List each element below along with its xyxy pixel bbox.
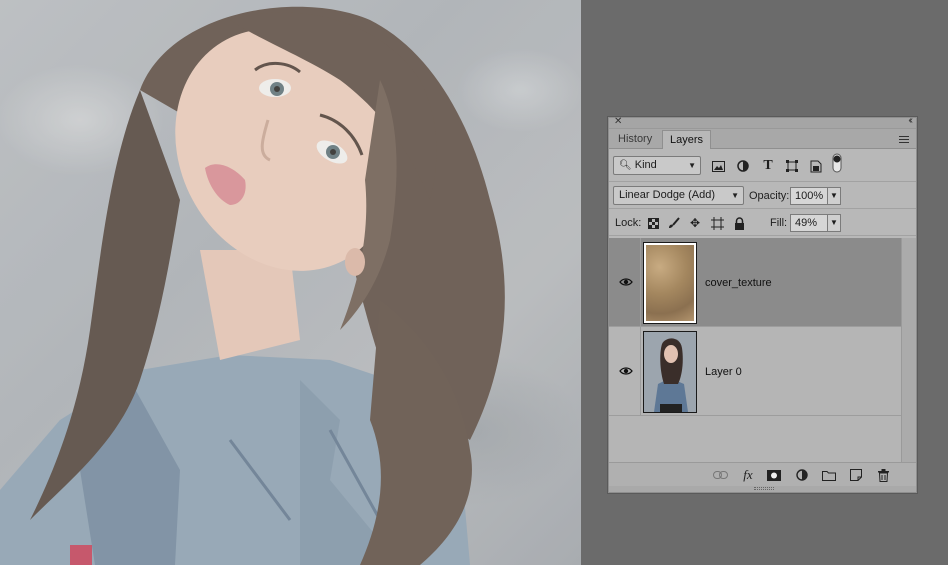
tab-layers[interactable]: Layers: [662, 130, 712, 149]
filter-kind-dropdown[interactable]: 🔍︎ Kind ▼: [613, 156, 701, 175]
adjustment-icon[interactable]: [794, 468, 810, 482]
opacity-input[interactable]: 100%: [790, 187, 828, 205]
lock-image-pixels-brush-icon[interactable]: [666, 215, 682, 231]
layers-list: cover_texture Layer 0: [609, 238, 916, 462]
filter-row: 🔍︎ Kind ▼ T: [609, 149, 916, 182]
document-canvas[interactable]: [0, 0, 581, 565]
photo-illustration: [0, 0, 581, 565]
panel-tabs: History Layers: [609, 129, 916, 149]
mask-icon[interactable]: [766, 468, 782, 482]
opacity-chevron-icon[interactable]: ▼: [827, 187, 841, 205]
layer-thumbnail-photo[interactable]: [643, 331, 697, 413]
layer-thumbnail-texture[interactable]: [643, 242, 697, 324]
blend-mode-value: Linear Dodge (Add): [619, 189, 716, 201]
blend-row: Linear Dodge (Add) ▼ Opacity: 100% ▼: [609, 182, 916, 209]
fill-input[interactable]: 49%: [790, 214, 828, 232]
lock-artboard-icon[interactable]: [709, 215, 725, 231]
layer-separator: [640, 327, 641, 415]
layer-name[interactable]: cover_texture: [705, 277, 772, 289]
close-panel-icon[interactable]: ✕: [614, 116, 622, 127]
search-icon: 🔍︎: [619, 160, 632, 171]
filter-shape-icon[interactable]: [784, 158, 800, 174]
filter-kind-label: Kind: [634, 159, 657, 171]
layer-row-layer-0[interactable]: Layer 0: [609, 327, 901, 416]
layers-panel: ✕ ‹‹ History Layers 🔍︎ Kind ▼ T Linear D…: [608, 115, 917, 493]
filter-smart-object-icon[interactable]: [808, 158, 824, 174]
filter-type-icon[interactable]: T: [760, 158, 776, 174]
lock-all-icon[interactable]: [731, 215, 747, 231]
chevron-down-icon: ▼: [688, 161, 696, 170]
visibility-eye-icon[interactable]: [619, 364, 633, 378]
panel-menu-icon[interactable]: [899, 136, 909, 143]
blend-mode-dropdown[interactable]: Linear Dodge (Add) ▼: [613, 186, 744, 205]
layers-scrollbar[interactable]: [901, 238, 916, 462]
fx-icon[interactable]: fx: [740, 467, 756, 482]
layer-separator: [640, 238, 641, 326]
layer-name[interactable]: Layer 0: [705, 366, 742, 378]
lock-row: Lock: ✥ Fill: 49% ▼: [609, 209, 916, 236]
panel-resize-grip[interactable]: [609, 486, 916, 492]
filter-adjustment-icon[interactable]: [735, 158, 751, 174]
new-layer-icon[interactable]: [848, 468, 864, 482]
filter-pixel-icon[interactable]: [710, 158, 726, 174]
layer-row-cover-texture[interactable]: cover_texture: [609, 238, 901, 327]
layers-bottom-toolbar: fx: [609, 462, 916, 486]
trash-icon[interactable]: [875, 468, 891, 482]
opacity-label: Opacity:: [749, 190, 790, 202]
panel-title-bar: ✕ ‹‹: [609, 115, 916, 129]
lock-transparent-pixels-icon[interactable]: [645, 215, 661, 231]
link-icon[interactable]: [712, 468, 728, 482]
filter-toggle-switch[interactable]: [829, 153, 845, 173]
fill-chevron-icon[interactable]: ▼: [827, 214, 841, 232]
lock-label: Lock:: [615, 217, 642, 229]
lock-position-move-icon[interactable]: ✥: [687, 215, 703, 231]
collapse-panel-icon[interactable]: ‹‹: [908, 115, 912, 126]
folder-icon[interactable]: [821, 468, 837, 482]
tab-history[interactable]: History: [611, 130, 659, 149]
chevron-down-icon: ▼: [731, 191, 739, 200]
visibility-eye-icon[interactable]: [619, 275, 633, 289]
fill-label: Fill:: [770, 217, 788, 229]
